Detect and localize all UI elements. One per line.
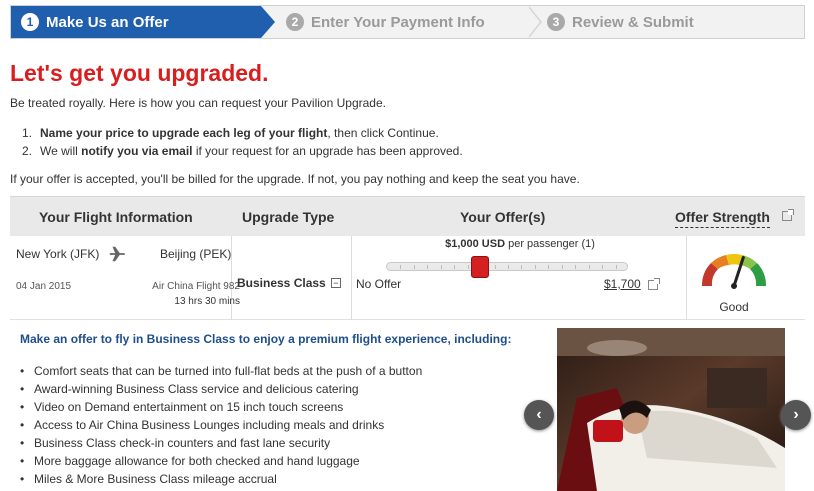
- step-label: Enter Your Payment Info: [311, 13, 485, 31]
- header-flight-info: Your Flight Information: [39, 209, 193, 225]
- slider-tick: [413, 265, 415, 269]
- offer-value: $1,000: [445, 238, 479, 250]
- upgrade-type-label: Business Class: [237, 276, 326, 290]
- instruction-list: 1. Name your price to upgrade each leg of…: [22, 124, 463, 160]
- benefit-item: Award-winning Business Class service and…: [20, 380, 422, 398]
- flight-date: 04 Jan 2015: [16, 281, 72, 292]
- step-review-submit: 3 Review & Submit: [547, 6, 694, 38]
- offer-strength-gauge: [701, 253, 767, 289]
- slider-tick: [494, 265, 496, 269]
- instruction-item: 1. Name your price to upgrade each leg of…: [22, 124, 463, 142]
- offer-slider-handle[interactable]: [471, 256, 490, 278]
- max-offer-info-icon[interactable]: [648, 278, 660, 290]
- slider-tick: [508, 265, 509, 269]
- step-make-offer: 1 Make Us an Offer: [11, 6, 275, 38]
- header-your-offers: Your Offer(s): [460, 209, 546, 225]
- instruction-item: 2. We will notify you via email if your r…: [22, 142, 463, 160]
- promo-title: Make an offer to fly in Business Class t…: [20, 332, 512, 346]
- column-divider: [686, 236, 687, 320]
- offer-strength-value: Good: [719, 300, 749, 314]
- instruction-text: We will: [40, 144, 82, 158]
- step-payment-info: 2 Enter Your Payment Info: [286, 6, 485, 38]
- slider-max-label[interactable]: $1,700: [604, 277, 641, 291]
- slider-tick: [561, 265, 563, 269]
- step-number: 3: [547, 13, 565, 31]
- benefit-item: Business Class check-in counters and fas…: [20, 434, 422, 452]
- slider-tick: [534, 265, 536, 269]
- carousel-prev-button[interactable]: ‹: [524, 400, 554, 430]
- instruction-text: if your request for an upgrade has been …: [192, 144, 463, 158]
- instruction-bold: Name your price to upgrade each leg of y…: [40, 126, 328, 140]
- billing-note: If your offer is accepted, you'll be bil…: [10, 172, 580, 186]
- collapse-toggle-icon[interactable]: −: [330, 278, 341, 288]
- slider-tick: [400, 265, 402, 269]
- slider-tick: [427, 265, 429, 269]
- info-popup-icon[interactable]: [782, 209, 794, 221]
- benefit-item: Video on Demand entertainment on 15 inch…: [20, 398, 422, 416]
- instruction-bold: notify you via email: [81, 144, 193, 158]
- page-title: Let's get you upgraded.: [10, 60, 269, 86]
- step-number: 1: [21, 13, 39, 31]
- benefit-item: More baggage allowance for both checked …: [20, 452, 422, 470]
- slider-tick: [467, 265, 469, 269]
- slider-tick: [548, 265, 550, 269]
- header-upgrade-type: Upgrade Type: [242, 209, 335, 225]
- step-label: Review & Submit: [572, 13, 694, 31]
- column-divider: [351, 236, 352, 320]
- benefit-item: Miles & More Business Class mileage accr…: [20, 470, 422, 488]
- flight-table-header: Your Flight Information Upgrade Type You…: [10, 196, 805, 236]
- benefit-item: Access to Air China Business Lounges inc…: [20, 416, 422, 434]
- plane-icon: [109, 246, 126, 262]
- offer-strength-link[interactable]: Offer Strength: [675, 209, 770, 225]
- offer-slider-track[interactable]: [386, 262, 628, 271]
- benefit-item: Comfort seats that can be turned into fu…: [20, 362, 422, 380]
- step-number: 2: [286, 13, 304, 31]
- business-class-photo: [557, 328, 785, 491]
- slider-tick: [521, 265, 523, 269]
- carousel-next-button[interactable]: ›: [781, 400, 811, 430]
- slider-tick: [588, 265, 590, 269]
- flight-row: New York (JFK) Beijing (PEK) 04 Jan 2015…: [10, 236, 805, 320]
- instruction-number: 1.: [22, 126, 33, 140]
- slider-tick: [602, 265, 604, 269]
- slider-min-label: No Offer: [356, 277, 402, 291]
- upgrade-type-cell: Business Class −: [237, 276, 341, 290]
- flight-number: Air China Flight 982: [152, 281, 240, 292]
- step-label: Make Us an Offer: [46, 13, 169, 31]
- instruction-number: 2.: [22, 144, 33, 158]
- origin-airport: New York (JFK): [16, 247, 100, 261]
- slider-tick: [454, 265, 456, 269]
- offer-per-passenger: per passenger (1): [508, 238, 595, 250]
- step-separator: [528, 6, 542, 38]
- slider-tick: [615, 265, 617, 269]
- offer-currency: USD: [481, 238, 506, 250]
- intro-text: Be treated royally. Here is how you can …: [10, 96, 386, 110]
- slider-tick: [575, 265, 577, 269]
- destination-airport: Beijing (PEK): [160, 247, 232, 261]
- slider-tick: [440, 265, 442, 269]
- benefits-list: Comfort seats that can be turned into fu…: [20, 362, 422, 488]
- instruction-text: , then click Continue.: [327, 126, 439, 140]
- offer-amount: $1,000 USD per passenger (1): [355, 238, 685, 250]
- flight-duration: 13 hrs 30 mins: [174, 296, 240, 307]
- header-offer-strength[interactable]: Offer Strength: [675, 206, 770, 228]
- progress-steps: 1 Make Us an Offer 2 Enter Your Payment …: [10, 5, 805, 39]
